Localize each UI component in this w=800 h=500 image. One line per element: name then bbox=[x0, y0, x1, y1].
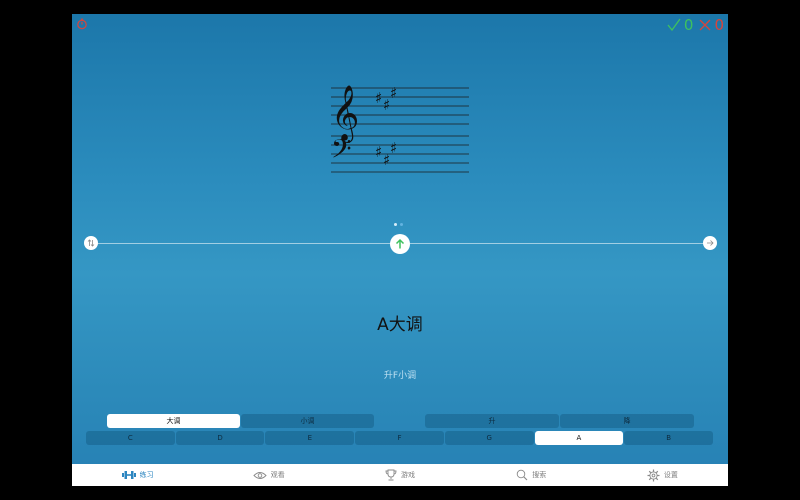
mode-major[interactable]: 大调 bbox=[107, 414, 240, 428]
arrow-up-icon bbox=[395, 238, 405, 249]
show-answer-button[interactable] bbox=[390, 234, 410, 254]
accidental-sharp[interactable]: 升 bbox=[425, 414, 559, 428]
page-dot bbox=[394, 223, 397, 226]
tab-bar: 练习 观看 游戏 搜索 设置 bbox=[72, 464, 728, 486]
note-a[interactable]: A bbox=[534, 431, 624, 445]
mode-segmented-control: 大调 小调 bbox=[107, 414, 375, 428]
check-icon bbox=[667, 18, 681, 32]
svg-text:♯: ♯ bbox=[375, 89, 382, 107]
swap-button[interactable] bbox=[84, 236, 98, 250]
score-display: 0 0 bbox=[667, 16, 724, 34]
dumbbell-icon bbox=[121, 471, 136, 479]
sharps: ♯ ♯ ♯ ♯ ♯ ♯ bbox=[375, 84, 397, 169]
bass-clef-icon: 𝄢 bbox=[331, 133, 352, 171]
tab-label: 练习 bbox=[139, 471, 154, 479]
wrong-count: 0 bbox=[714, 15, 724, 34]
note-d[interactable]: D bbox=[175, 431, 265, 445]
note-f[interactable]: F bbox=[355, 431, 444, 445]
key-name: A大调 bbox=[377, 315, 423, 335]
tab-label: 游戏 bbox=[401, 471, 415, 479]
svg-text:♯: ♯ bbox=[375, 143, 382, 161]
note-c[interactable]: C bbox=[86, 431, 175, 445]
mode-minor[interactable]: 小调 bbox=[241, 414, 374, 428]
trophy-icon bbox=[385, 469, 397, 481]
eye-icon bbox=[253, 471, 267, 479]
gear-icon bbox=[647, 469, 660, 481]
tab-label: 观看 bbox=[270, 471, 285, 479]
tab-games[interactable]: 游戏 bbox=[334, 469, 465, 481]
tab-watch[interactable]: 观看 bbox=[203, 470, 334, 480]
search-icon bbox=[516, 469, 528, 481]
timer-icon[interactable] bbox=[76, 18, 88, 30]
tab-search[interactable]: 搜索 bbox=[466, 469, 597, 481]
note-e[interactable]: E bbox=[265, 431, 355, 445]
relative-key: 升F小调 bbox=[383, 371, 417, 381]
cross-icon bbox=[699, 19, 711, 31]
tab-label: 搜索 bbox=[532, 471, 547, 479]
tab-label: 设置 bbox=[663, 471, 678, 479]
note-b[interactable]: B bbox=[624, 431, 714, 445]
page-indicator bbox=[394, 223, 403, 226]
next-button[interactable] bbox=[703, 236, 717, 250]
note-segmented-control: C D E F G A B bbox=[86, 431, 714, 445]
tab-practice[interactable]: 练习 bbox=[72, 470, 203, 480]
svg-text:♯: ♯ bbox=[390, 139, 397, 157]
accidental-flat[interactable]: 降 bbox=[560, 414, 694, 428]
swap-arrows-icon bbox=[87, 239, 95, 247]
accidental-segmented-control: 升 降 bbox=[425, 414, 695, 428]
page-dot bbox=[400, 223, 403, 226]
tab-settings[interactable]: 设置 bbox=[597, 469, 728, 482]
key-signature-staff: 𝄞 𝄢 ♯ ♯ ♯ ♯ ♯ ♯ bbox=[331, 84, 469, 173]
correct-count: 0 bbox=[683, 15, 694, 34]
svg-text:♯: ♯ bbox=[390, 84, 397, 102]
note-g[interactable]: G bbox=[444, 431, 534, 445]
app-screen: 0 0 𝄞 𝄢 ♯ ♯ ♯ ♯ ♯ ♯ A大调 升F小调 大调 小调 升 降 C… bbox=[72, 14, 728, 486]
arrow-right-icon bbox=[707, 240, 714, 246]
